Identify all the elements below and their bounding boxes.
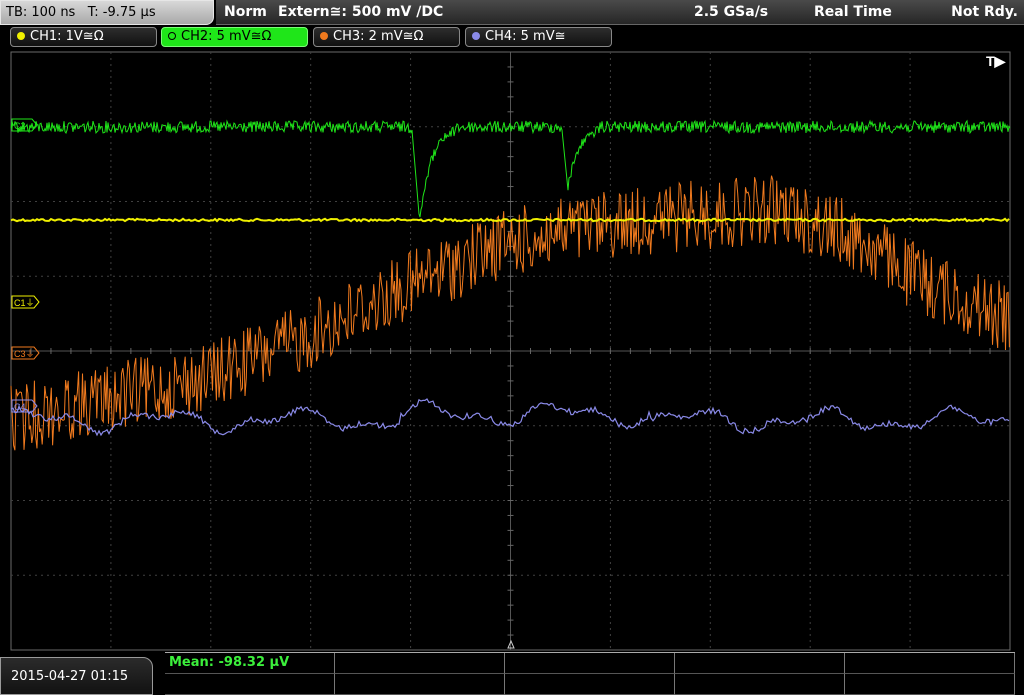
ch1-label: CH1: 1V≅Ω (30, 29, 104, 44)
measurement-cell[interactable] (505, 674, 675, 695)
measurement-cell[interactable] (845, 653, 1015, 674)
marker-c3[interactable]: C3⏚ (11, 346, 40, 360)
timebase-box[interactable]: TB: 100 ns T: -9.75 µs (0, 0, 214, 25)
ch4-color-dot-icon (472, 32, 480, 40)
sample-rate[interactable]: 2.5 GSa/s (694, 0, 768, 24)
ready-state: Not Rdy. (951, 4, 1018, 20)
channel-tab-ch2[interactable]: CH2: 5 mV≅Ω (161, 27, 308, 47)
channel-bar: CH1: 1V≅Ω CH2: 5 mV≅Ω CH3: 2 mV≅Ω CH4: 5… (0, 26, 1024, 48)
timebase-value: TB: 100 ns (6, 5, 76, 20)
graticule-grid (10, 51, 1011, 651)
marker-c3-label: C3⏚ (14, 349, 35, 359)
measurement-cell[interactable] (165, 674, 335, 695)
measurement-cell[interactable] (335, 674, 505, 695)
ch2-color-dot-icon (168, 32, 176, 40)
marker-c2-label: C2 (14, 121, 26, 131)
ch2-label: CH2: 5 mV≅Ω (181, 29, 272, 44)
marker-c4-label: C4 (14, 402, 26, 412)
measurement-cell[interactable]: Mean: -98.32 µV (165, 653, 335, 674)
ch3-label: CH3: 2 mV≅Ω (333, 29, 424, 44)
trigger-info[interactable]: Extern≅: 500 mV ∕DC (278, 0, 443, 24)
marker-c2[interactable]: C2 (11, 118, 38, 132)
channel-tab-ch3[interactable]: CH3: 2 mV≅Ω (313, 27, 460, 47)
waveform-display[interactable]: C2 C1⏚ C3⏚ C4 T▶ (0, 50, 1024, 651)
waveform-svg[interactable]: C2 C1⏚ C3⏚ C4 T▶ (0, 50, 1024, 651)
acquisition-type[interactable]: Real Time (814, 0, 892, 24)
measurement-cell[interactable] (845, 674, 1015, 695)
measurement-cell[interactable] (335, 653, 505, 674)
channel-tab-ch4[interactable]: CH4: 5 mV≅ (465, 27, 612, 47)
ch1-color-dot-icon (17, 32, 25, 40)
measurement-cell[interactable] (505, 653, 675, 674)
ch4-label: CH4: 5 mV≅ (485, 29, 566, 44)
acquisition-strip[interactable]: Norm Extern≅: 500 mV ∕DC 2.5 GSa/s Real … (216, 0, 1024, 25)
measurement-cell[interactable] (675, 653, 845, 674)
marker-c1[interactable]: C1⏚ (11, 295, 40, 309)
measurement-cell[interactable] (675, 674, 845, 695)
trigger-time-value: T: -9.75 µs (87, 5, 156, 20)
acquisition-mode[interactable]: Norm (224, 0, 267, 24)
measurement-mean: Mean: -98.32 µV (169, 655, 290, 670)
status-bar: TB: 100 ns T: -9.75 µs Norm Extern≅: 500… (0, 0, 1024, 26)
trigger-marker-icon[interactable]: T▶ (986, 53, 1007, 69)
marker-c1-label: C1⏚ (14, 298, 35, 308)
channel-tab-ch1[interactable]: CH1: 1V≅Ω (10, 27, 157, 47)
date-time-box: 2015-04-27 01:15 (0, 657, 153, 695)
ch3-color-dot-icon (320, 32, 328, 40)
marker-c4[interactable]: C4 (11, 399, 38, 413)
date-time-value: 2015-04-27 01:15 (11, 669, 129, 684)
measurement-panel[interactable]: Mean: -98.32 µV (165, 652, 1015, 695)
